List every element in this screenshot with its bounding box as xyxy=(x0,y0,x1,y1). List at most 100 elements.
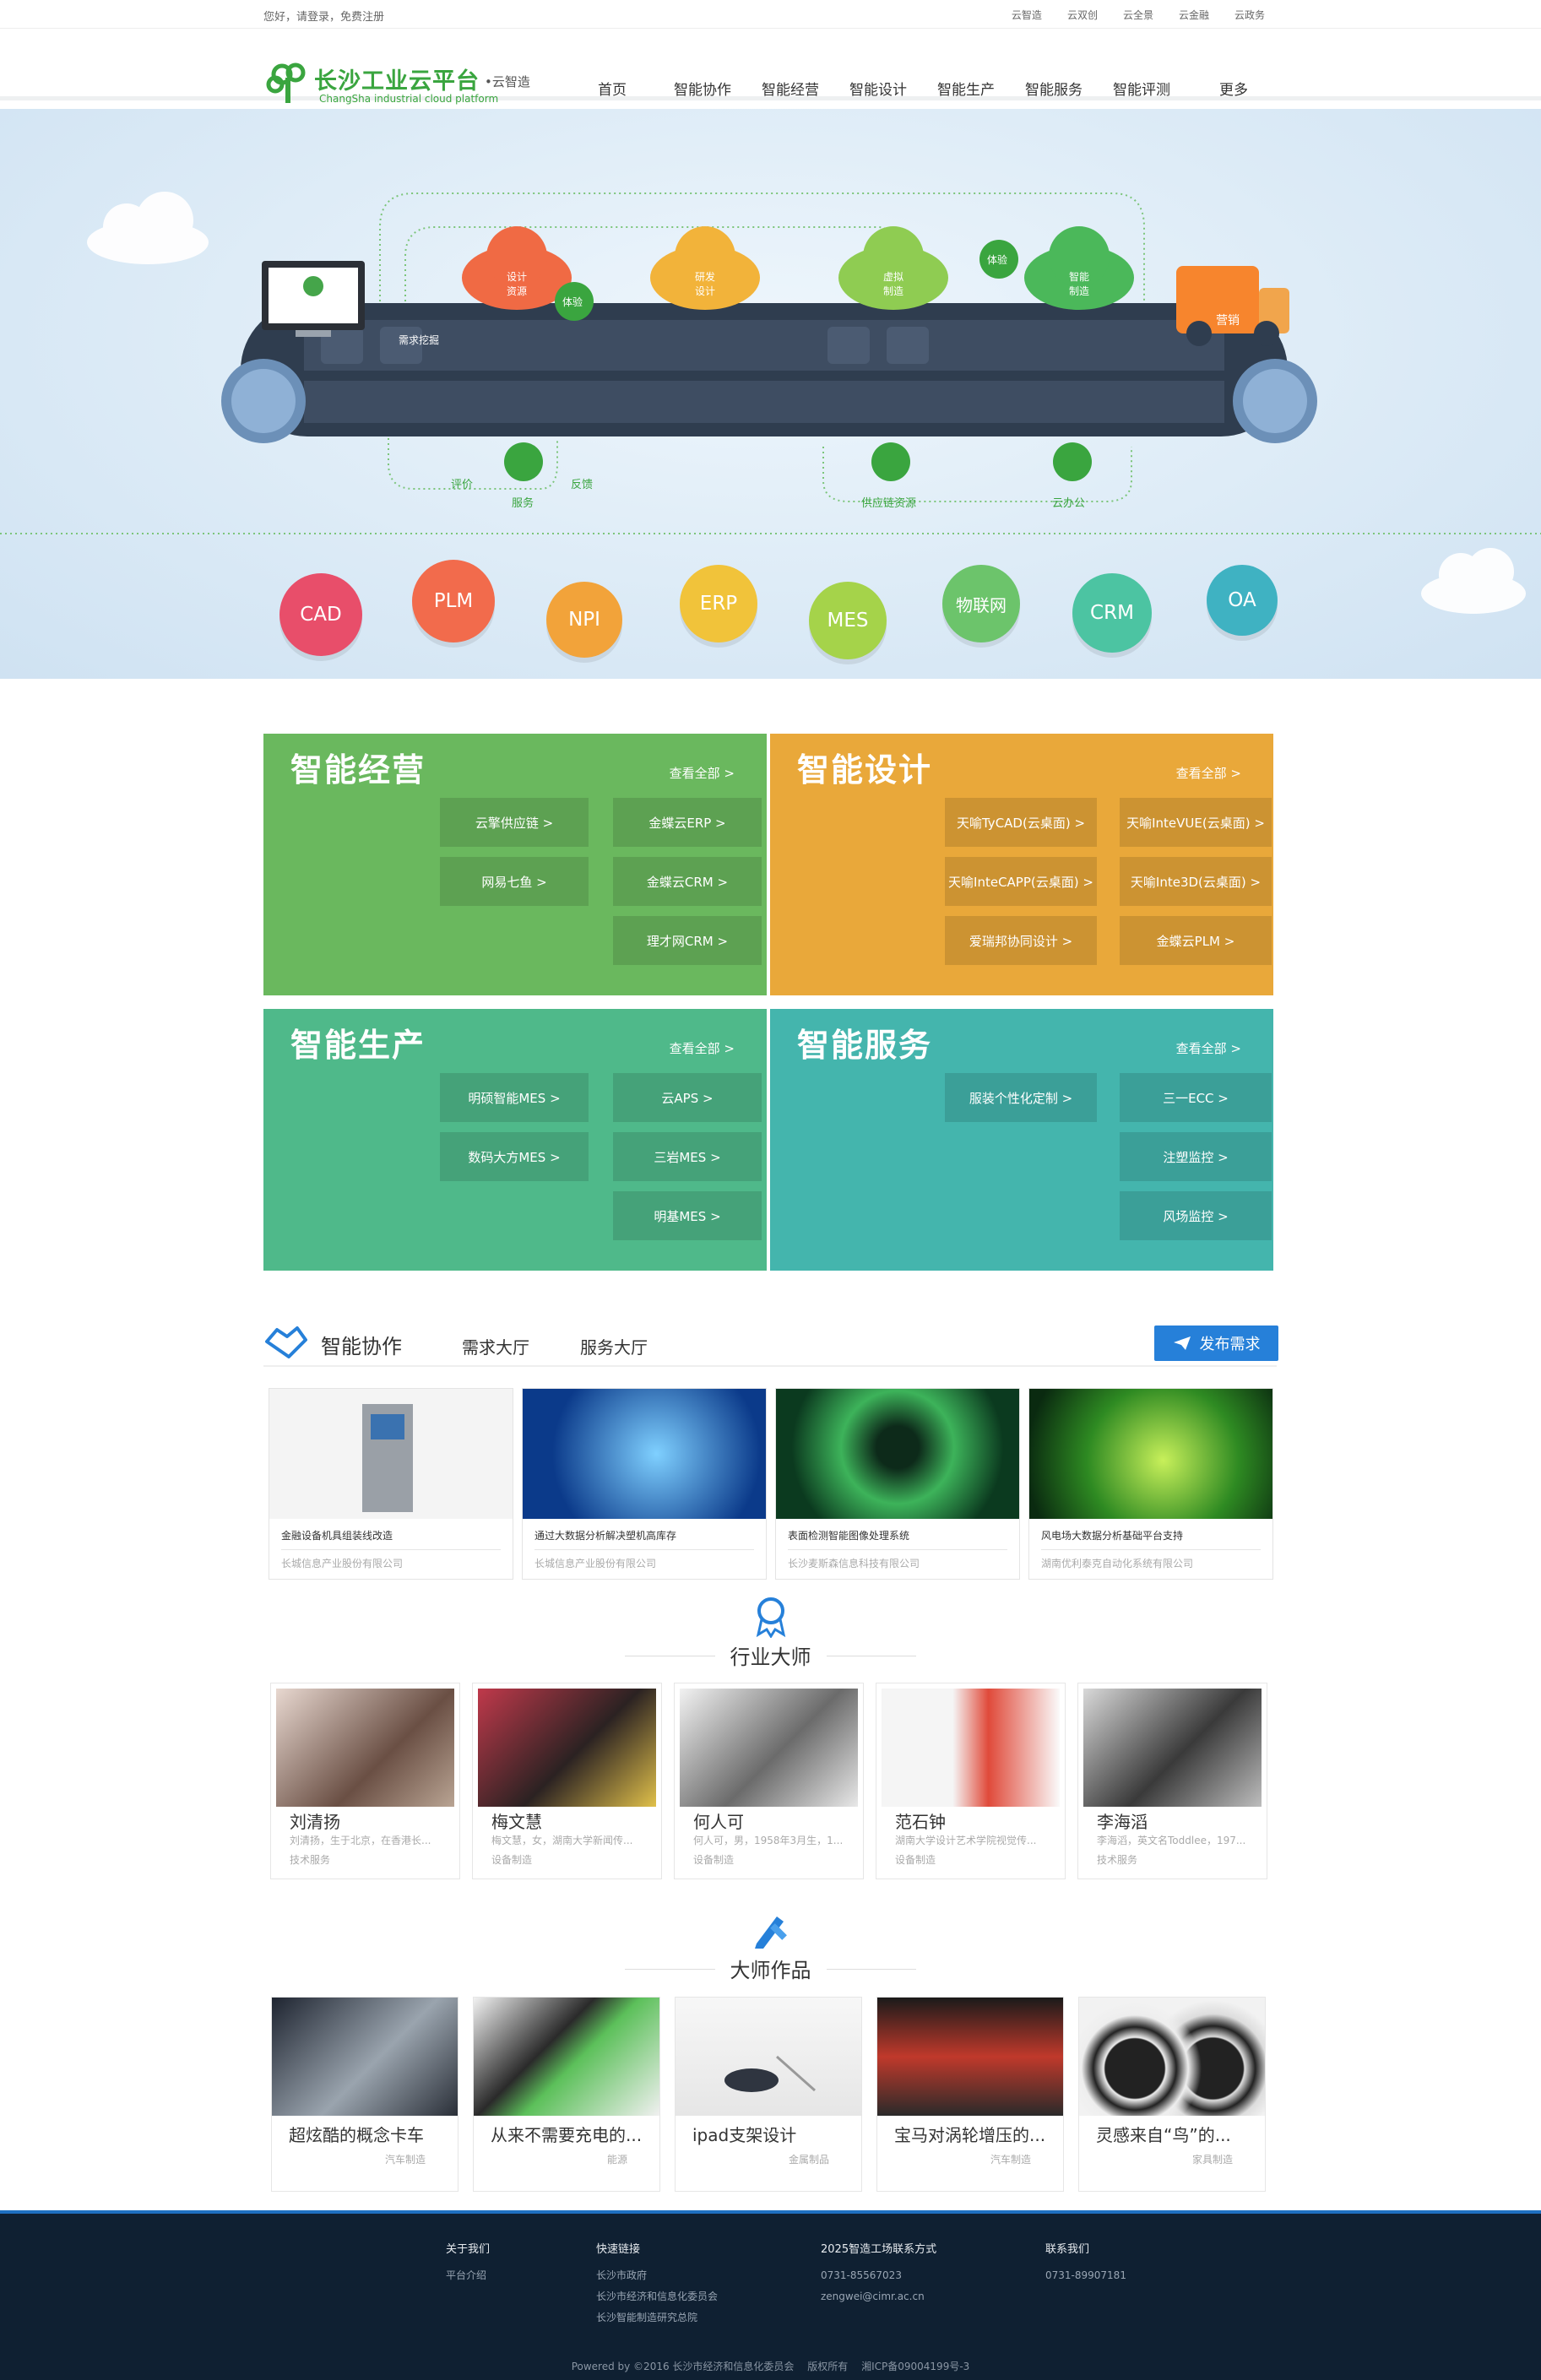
site-logo[interactable]: 长沙工业云平台 •云智造 ChangSha industrial cloud p… xyxy=(263,59,551,110)
footer-link[interactable]: 长沙智能制造研究总院 xyxy=(596,2307,718,2328)
divider xyxy=(788,1549,1007,1550)
system-npi[interactable]: NPI xyxy=(546,582,622,658)
view-all-link[interactable]: 查看全部 > xyxy=(670,1039,735,1057)
footer-col-heading: 快速链接 xyxy=(596,2243,641,2256)
service-link[interactable]: 天喻InteVUE(云桌面) > xyxy=(1120,798,1272,847)
banner-virtual-manufacturing: 虚拟 制造 xyxy=(882,271,903,297)
card-production: 智能生产 查看全部 > 明硕智能MES > 云APS > 数码大方MES > 三… xyxy=(263,1009,767,1271)
system-erp[interactable]: ERP xyxy=(680,565,757,642)
footer-phone: 0731-89907181 xyxy=(1045,2269,1126,2281)
master-tag: 技术服务 xyxy=(290,1854,331,1866)
service-link[interactable]: 天喻TyCAD(云桌面) > xyxy=(945,798,1097,847)
case-item[interactable]: 风电场大数据分析基础平台支持 湖南优利泰克自动化系统有限公司 xyxy=(1028,1388,1273,1580)
case-item[interactable]: 金融设备机具组装线改造 长城信息产业股份有限公司 xyxy=(269,1388,513,1580)
service-link[interactable]: 数码大方MES > xyxy=(440,1132,589,1181)
case-title: 金融设备机具组装线改造 xyxy=(281,1530,393,1542)
toplink-yunshuangchuang[interactable]: 云双创 xyxy=(1067,9,1098,21)
toplink-yunquanjing[interactable]: 云全景 xyxy=(1123,9,1153,21)
case-company: 湖南优利泰克自动化系统有限公司 xyxy=(1041,1558,1194,1569)
service-link[interactable]: 网易七鱼 > xyxy=(440,857,589,906)
card-title: 智能服务 xyxy=(797,1027,933,1064)
footer-link[interactable]: 平台介绍 xyxy=(446,2265,490,2286)
service-link[interactable]: 明硕智能MES > xyxy=(440,1073,589,1122)
master-card[interactable]: 李海滔 李海滔，英文名Toddlee，197... 技术服务 xyxy=(1077,1683,1267,1879)
nav-more[interactable]: 更多 xyxy=(1219,78,1248,99)
nav-collab[interactable]: 智能协作 xyxy=(674,78,731,99)
work-tag: 汽车制造 xyxy=(990,2154,1031,2166)
master-card[interactable]: 何人可 何人可，男，1958年3月生，1... 设备制造 xyxy=(674,1683,864,1879)
work-card[interactable]: 超炫酷的概念卡车 汽车制造 xyxy=(271,1997,459,2192)
divider xyxy=(534,1549,754,1550)
service-link[interactable]: 天喻Inte3D(云桌面) > xyxy=(1120,857,1272,906)
works-heading: 大师作品 xyxy=(625,1954,916,1983)
service-link[interactable]: 注塑监控 > xyxy=(1120,1132,1272,1181)
work-card[interactable]: 灵感来自“鸟”的... 家具制造 xyxy=(1078,1997,1266,2192)
work-card[interactable]: ipad支架设计 金属制品 xyxy=(675,1997,862,2192)
service-link[interactable]: 明基MES > xyxy=(613,1191,762,1240)
case-item[interactable]: 表面检测智能图像处理系统 长沙麦斯森信息科技有限公司 xyxy=(775,1388,1020,1580)
copyright-text: Powered by ©2016 长沙市经济和信息化委员会 xyxy=(571,2361,795,2372)
works-title: 大师作品 xyxy=(714,1954,827,1983)
service-link[interactable]: 服装个性化定制 > xyxy=(945,1073,1097,1122)
work-card[interactable]: 从来不需要充电的... 能源 xyxy=(473,1997,660,2192)
header: 长沙工业云平台 •云智造 ChangSha industrial cloud p… xyxy=(0,29,1541,105)
tab-service-hall[interactable]: 服务大厅 xyxy=(580,1334,648,1358)
publish-demand-button[interactable]: 发布需求 xyxy=(1154,1326,1278,1361)
case-image xyxy=(523,1389,766,1519)
toplink-yunzhengwu[interactable]: 云政务 xyxy=(1234,9,1265,21)
footer-link[interactable]: 长沙市政府 xyxy=(596,2265,718,2286)
service-link[interactable]: 云擎供应链 > xyxy=(440,798,589,847)
system-iot[interactable]: 物联网 xyxy=(942,565,1020,642)
system-mes[interactable]: MES xyxy=(809,582,887,659)
banner-cloud-office: 云办公 xyxy=(1052,497,1086,510)
brand-sub: •云智造 xyxy=(485,74,530,89)
toplink-yunjinrong[interactable]: 云金融 xyxy=(1179,9,1209,21)
case-item[interactable]: 通过大数据分析解决塑机高库存 长城信息产业股份有限公司 xyxy=(522,1388,767,1580)
system-crm[interactable]: CRM xyxy=(1072,573,1152,653)
master-card[interactable]: 刘清扬 刘清扬，生于北京，在香港长... 技术服务 xyxy=(270,1683,460,1879)
nav-home[interactable]: 首页 xyxy=(598,78,627,99)
view-all-link[interactable]: 查看全部 > xyxy=(1176,1039,1241,1057)
service-link[interactable]: 天喻InteCAPP(云桌面) > xyxy=(945,857,1097,906)
nav-evaluation[interactable]: 智能评测 xyxy=(1113,78,1170,99)
service-link[interactable]: 金蝶云ERP > xyxy=(613,798,762,847)
login-greeting[interactable]: 您好，请登录，免费注册 xyxy=(263,8,384,24)
footer-col-heading: 2025智造工场联系方式 xyxy=(821,2243,937,2256)
footer-link[interactable]: 长沙市经济和信息化委员会 xyxy=(596,2286,718,2307)
nav-production[interactable]: 智能生产 xyxy=(937,78,995,99)
case-title: 风电场大数据分析基础平台支持 xyxy=(1041,1530,1184,1542)
view-all-link[interactable]: 查看全部 > xyxy=(670,764,735,782)
system-cad[interactable]: CAD xyxy=(279,573,362,656)
service-link[interactable]: 爱瑞邦协同设计 > xyxy=(945,916,1097,965)
service-link[interactable]: 风场监控 > xyxy=(1120,1191,1272,1240)
divider xyxy=(281,1549,501,1550)
tab-demand-hall[interactable]: 需求大厅 xyxy=(462,1334,529,1358)
view-all-link[interactable]: 查看全部 > xyxy=(1176,764,1241,782)
system-plm[interactable]: PLM xyxy=(412,560,495,642)
case-company: 长城信息产业股份有限公司 xyxy=(281,1558,404,1569)
service-link[interactable]: 理才网CRM > xyxy=(613,916,762,965)
banner-tiyan-1: 体验 xyxy=(562,296,583,308)
icp-number[interactable]: 湘ICP备09004199号-3 xyxy=(861,2361,969,2372)
work-name: 灵感来自“鸟”的... xyxy=(1096,2125,1231,2145)
service-link[interactable]: 三一ECC > xyxy=(1120,1073,1272,1122)
master-card[interactable]: 范石钟 湖南大学设计艺术学院视觉传... 设备制造 xyxy=(876,1683,1066,1879)
work-card[interactable]: 宝马对涡轮增压的... 汽车制造 xyxy=(876,1997,1064,2192)
system-oa[interactable]: OA xyxy=(1207,565,1278,636)
banner-rnd-design: 研发 设计 xyxy=(694,271,715,297)
nav-service[interactable]: 智能服务 xyxy=(1025,78,1082,99)
toplink-yunzhizao[interactable]: 云智造 xyxy=(1012,9,1042,21)
nav-design[interactable]: 智能设计 xyxy=(849,78,907,99)
tree-logo-icon xyxy=(266,62,306,103)
service-link[interactable]: 金蝶云CRM > xyxy=(613,857,762,906)
service-link[interactable]: 云APS > xyxy=(613,1073,762,1122)
master-photo xyxy=(882,1689,1060,1807)
send-icon xyxy=(1173,1336,1191,1350)
service-link[interactable]: 三岩MES > xyxy=(613,1132,762,1181)
work-image xyxy=(877,1998,1063,2116)
master-card[interactable]: 梅文慧 梅文慧，女，湖南大学新闻传... 设备制造 xyxy=(472,1683,662,1879)
service-link[interactable]: 金蝶云PLM > xyxy=(1120,916,1272,965)
work-name: ipad支架设计 xyxy=(692,2125,797,2145)
nav-operation[interactable]: 智能经营 xyxy=(762,78,819,99)
footer-email[interactable]: zengwei@cimr.ac.cn xyxy=(821,2286,936,2307)
